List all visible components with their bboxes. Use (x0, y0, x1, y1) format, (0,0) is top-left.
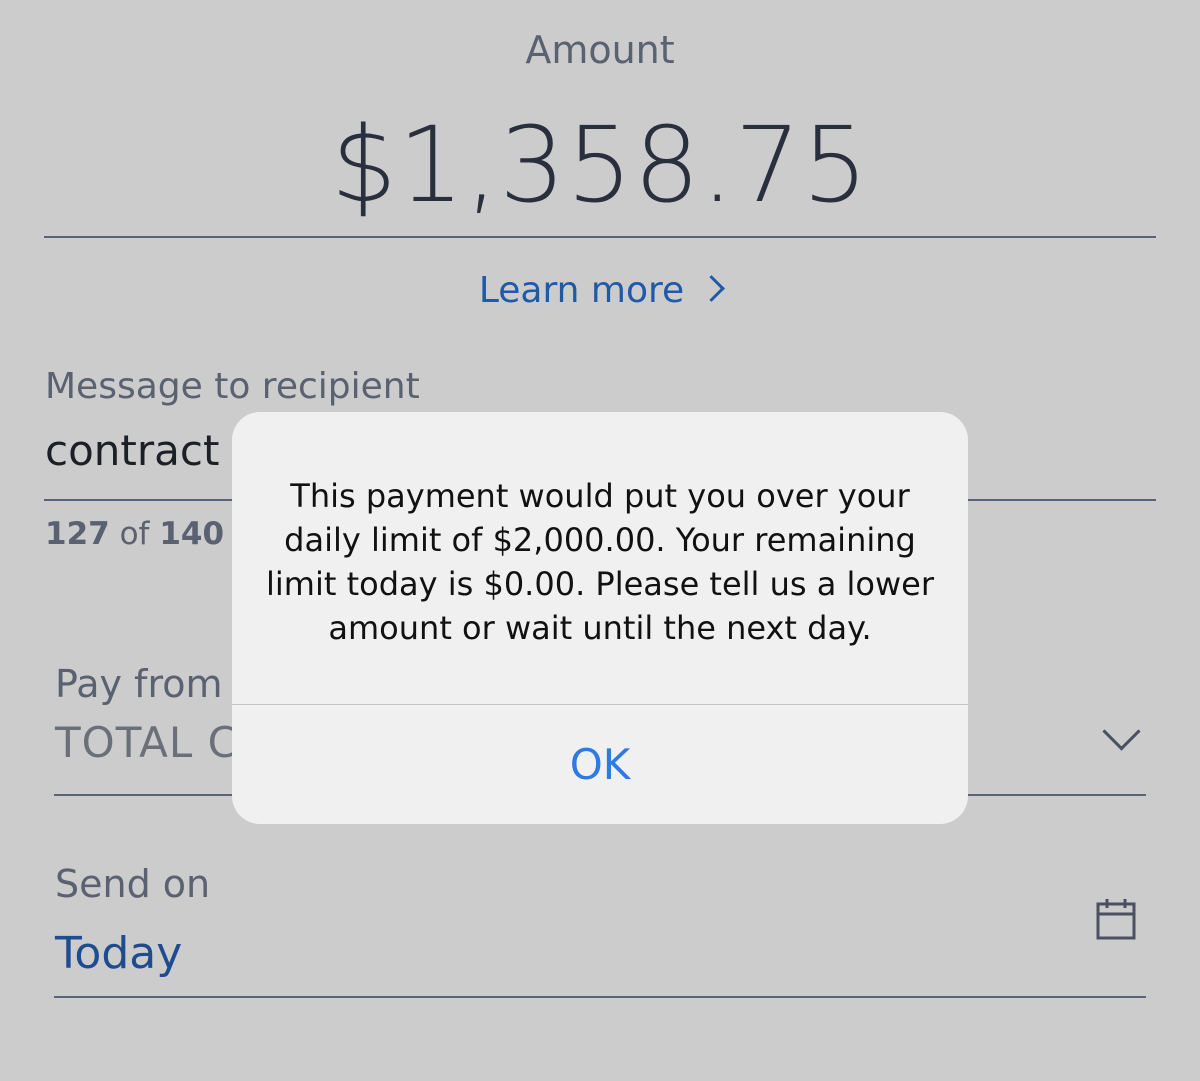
amount-input[interactable]: $1,358.75 (0, 104, 1200, 226)
learn-more-label: Learn more (478, 270, 685, 311)
limit-alert-dialog: This payment would put you over your dai… (232, 412, 968, 824)
learn-more-link[interactable]: Learn more (0, 270, 1200, 311)
message-label: Message to recipient (45, 366, 420, 407)
character-count-sep: of (109, 516, 160, 552)
pay-from-label: Pay from (55, 662, 223, 706)
send-on-date[interactable]: Today (55, 928, 182, 979)
ok-button[interactable]: OK (232, 705, 968, 824)
character-count: 127 of 140 c (45, 516, 251, 552)
chevron-down-icon[interactable] (1102, 712, 1141, 751)
chevron-right-icon (698, 275, 726, 302)
alert-message: This payment would put you over your dai… (266, 477, 934, 647)
amount-label: Amount (525, 28, 675, 72)
character-count-current: 127 (45, 516, 110, 552)
character-count-max: 140 (159, 516, 225, 552)
send-on-divider (54, 996, 1146, 998)
send-on-label: Send on (55, 862, 211, 906)
amount-divider (44, 236, 1156, 238)
calendar-icon[interactable] (1096, 898, 1136, 940)
